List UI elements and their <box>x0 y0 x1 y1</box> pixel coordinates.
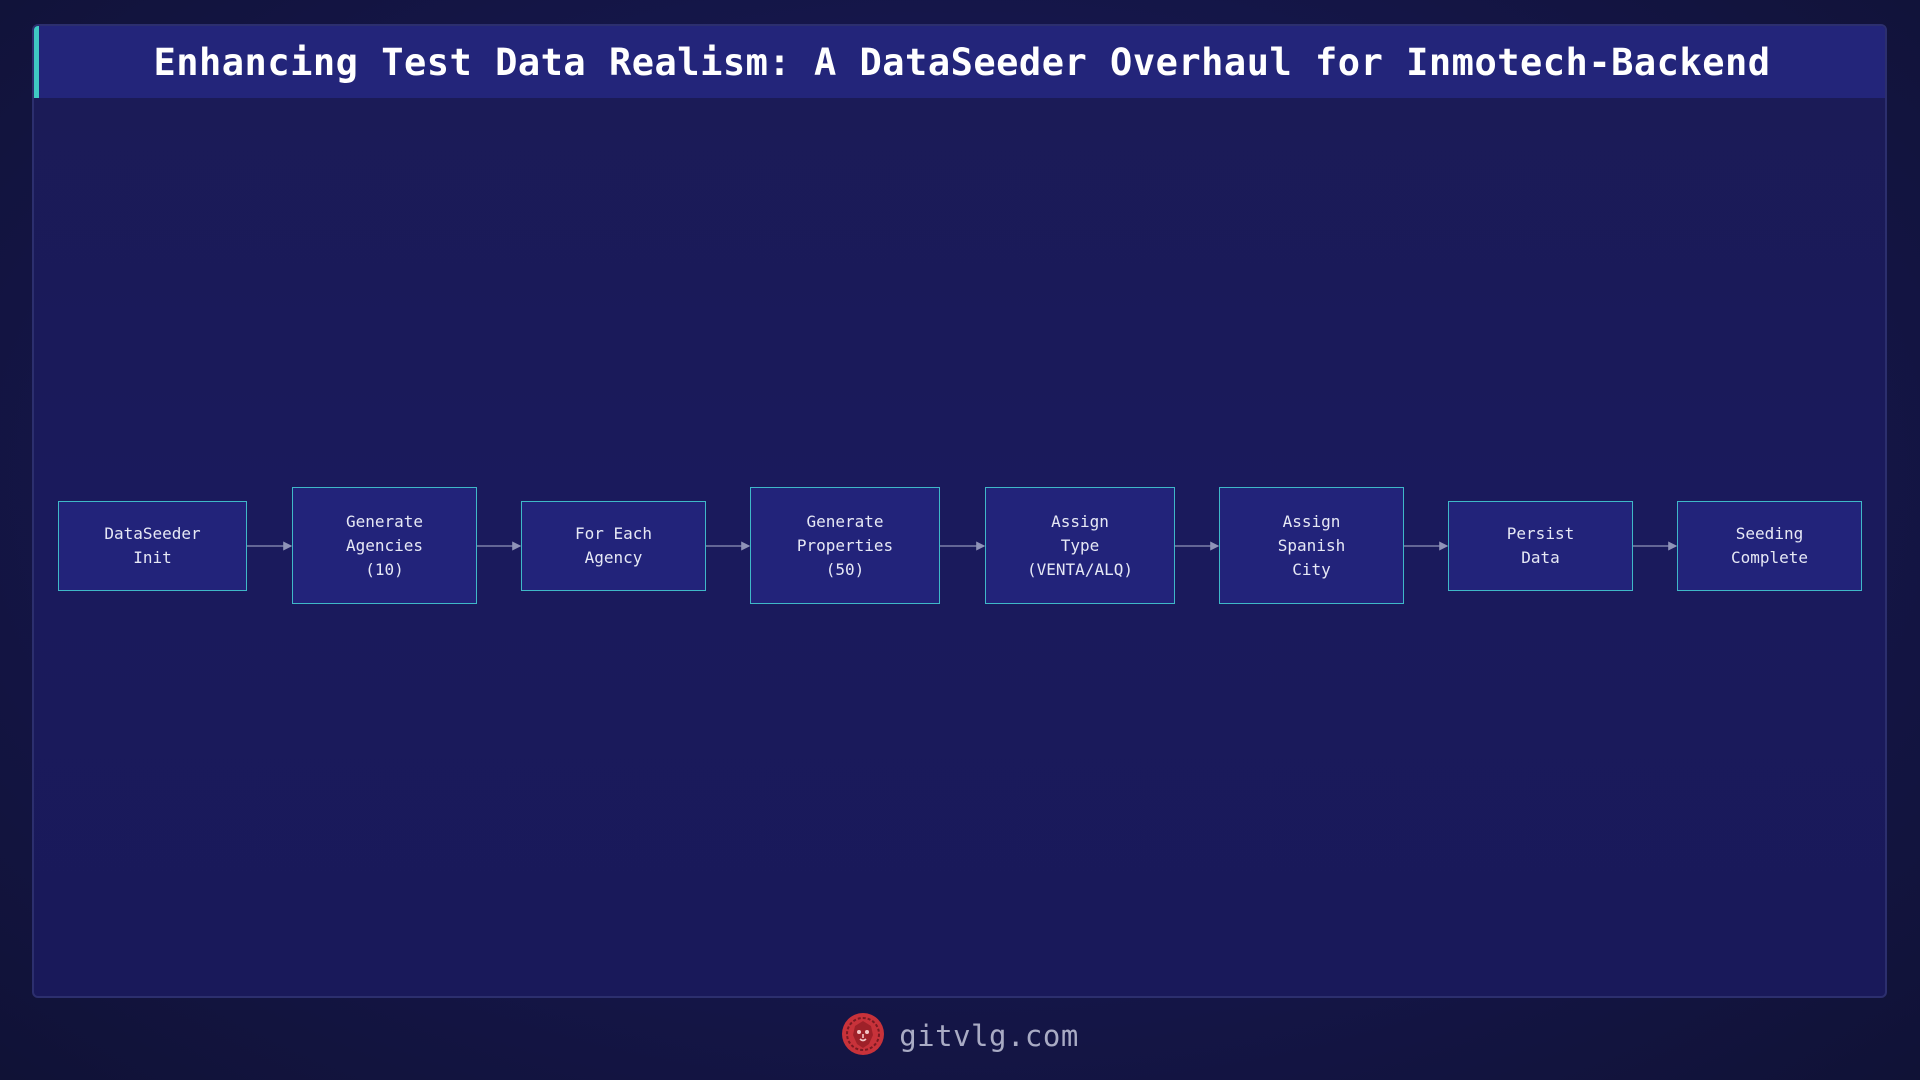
node-label: For Each Agency <box>574 524 653 567</box>
flowchart: DataSeeder Init Generate Agencies (10) F… <box>0 0 1920 1080</box>
node-label: Seeding Complete <box>1730 524 1809 567</box>
node-label: Assign Spanish City <box>1277 511 1346 579</box>
node-assign-spanish-city: Assign Spanish City <box>1219 487 1404 604</box>
node-generate-properties: Generate Properties (50) <box>750 487 940 604</box>
footer: gitvlg.com <box>0 1010 1920 1062</box>
node-generate-agencies: Generate Agencies (10) <box>292 487 477 604</box>
node-label: Generate Properties (50) <box>796 511 894 579</box>
node-persist-data: Persist Data <box>1448 501 1633 591</box>
node-for-each-agency: For Each Agency <box>521 501 706 591</box>
footer-site-link[interactable]: gitvlg.com <box>899 1019 1079 1053</box>
node-label: Persist Data <box>1506 524 1575 567</box>
node-assign-type: Assign Type (VENTA/ALQ) <box>985 487 1175 604</box>
node-dataseeder-init: DataSeeder Init <box>58 501 247 591</box>
lion-head-icon[interactable] <box>841 1012 885 1060</box>
node-seeding-complete: Seeding Complete <box>1677 501 1862 591</box>
node-label: DataSeeder Init <box>104 524 201 567</box>
node-label: Assign Type (VENTA/ALQ) <box>1027 511 1133 579</box>
page: Enhancing Test Data Realism: A DataSeede… <box>0 0 1920 1080</box>
node-label: Generate Agencies (10) <box>345 511 424 579</box>
